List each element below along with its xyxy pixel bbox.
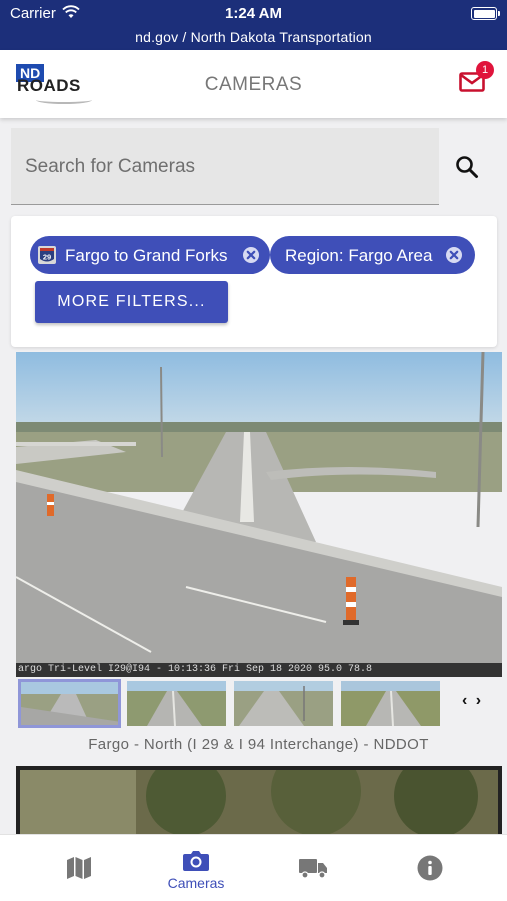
filter-chip-route[interactable]: 29 Fargo to Grand Forks bbox=[30, 236, 270, 274]
truck-icon bbox=[299, 859, 327, 879]
url-bar[interactable]: nd.gov / North Dakota Transportation bbox=[0, 29, 507, 45]
map-icon bbox=[67, 857, 91, 879]
close-circle-icon[interactable] bbox=[242, 246, 260, 264]
camera-caption: Fargo - North (I 29 & I 94 Interchange) … bbox=[88, 736, 429, 753]
thumbnail-image bbox=[234, 681, 333, 726]
page-title: CAMERAS bbox=[204, 74, 303, 95]
thumbnail-1[interactable] bbox=[18, 679, 121, 728]
camera-photo-2 bbox=[16, 766, 502, 836]
info-icon bbox=[417, 855, 443, 881]
thumbnail-image bbox=[127, 681, 226, 726]
tab-cameras[interactable]: Cameras bbox=[133, 835, 259, 901]
filter-chip-region[interactable]: Region: Fargo Area bbox=[270, 236, 475, 274]
clock: 1:24 AM bbox=[225, 5, 282, 22]
tab-trucks[interactable] bbox=[250, 835, 376, 901]
camera-thumbnails: ‹ › bbox=[16, 678, 506, 730]
shield-number: 29 bbox=[43, 253, 51, 262]
thumbnail-image bbox=[21, 682, 118, 725]
bottom-tab-bar: Cameras bbox=[0, 834, 507, 901]
battery-icon bbox=[471, 7, 500, 20]
app-header: ND ROADS CAMERAS 1 bbox=[0, 50, 507, 118]
tab-map[interactable] bbox=[16, 835, 142, 901]
camera-image-2[interactable] bbox=[16, 766, 502, 836]
thumbnail-4[interactable] bbox=[341, 681, 440, 726]
search-icon[interactable] bbox=[452, 152, 482, 182]
filters-card: 29 Fargo to Grand Forks Region: Fargo Ar… bbox=[11, 216, 497, 347]
search-input[interactable] bbox=[25, 154, 425, 180]
more-filters-button[interactable]: MORE FILTERS... bbox=[35, 281, 228, 323]
highway-camera-photo bbox=[16, 352, 502, 677]
thumbnail-nav-arrows-icon[interactable]: ‹ › bbox=[462, 692, 483, 710]
close-circle-icon[interactable] bbox=[445, 246, 463, 264]
status-bar: Carrier 1:24 AM nd.gov / North Dakota Tr… bbox=[0, 0, 507, 50]
thumbnail-image bbox=[341, 681, 440, 726]
thumbnail-3[interactable] bbox=[234, 681, 333, 726]
filter-chip-route-label: Fargo to Grand Forks bbox=[65, 246, 228, 265]
logo-swoosh bbox=[36, 96, 92, 104]
tab-cameras-label: Cameras bbox=[167, 875, 225, 891]
filter-chip-region-label: Region: Fargo Area bbox=[285, 246, 433, 265]
tab-info[interactable] bbox=[367, 835, 493, 901]
thumbnail-2[interactable] bbox=[127, 681, 226, 726]
interstate-shield-icon: 29 bbox=[38, 246, 56, 264]
search-field[interactable] bbox=[11, 128, 439, 205]
camera-icon bbox=[183, 851, 209, 871]
notification-badge: 1 bbox=[476, 61, 494, 79]
camera-timestamp-overlay: argo Tri-Level I29@I94 - 10:13:36 Fri Se… bbox=[16, 663, 502, 677]
camera-image[interactable]: argo Tri-Level I29@I94 - 10:13:36 Fri Se… bbox=[16, 352, 502, 677]
